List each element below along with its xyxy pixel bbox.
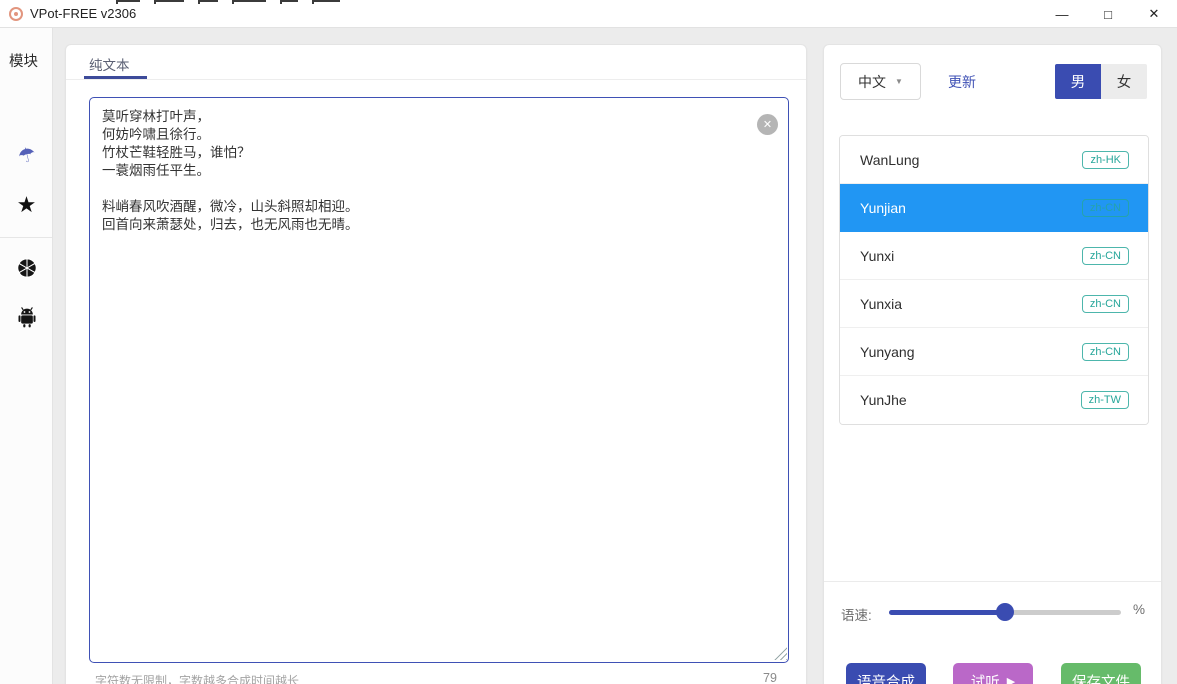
synthesize-label: 语音合成 [857,671,915,684]
speed-slider-handle[interactable] [996,603,1014,621]
preview-label: 试听 [971,671,1000,684]
voice-name: Yunyang [860,344,915,360]
voice-name: Yunxia [860,296,902,312]
locale-badge: zh-CN [1082,199,1129,217]
tab-plain-text[interactable]: 纯文本 [89,54,130,74]
minimize-button[interactable]: — [1039,0,1085,28]
clipped-text-artifact [116,0,340,4]
voice-row-yunjian[interactable]: Yunjian zh-CN [840,184,1148,232]
locale-badge: zh-HK [1082,151,1129,169]
char-limit-hint: 字符数无限制，字数越多合成时间越长 [95,672,299,684]
voice-name: Yunjian [860,200,906,216]
sidebar-item-umbrella[interactable]: ☂ [0,142,53,168]
voice-name: Yunxi [860,248,894,264]
save-file-label: 保存文件 [1072,671,1130,684]
sidebar-item-android[interactable] [0,304,53,330]
star-icon: ★ [17,192,37,218]
preview-button[interactable]: 试听 ▶ [953,663,1033,684]
voice-row-yunxia[interactable]: Yunxia zh-CN [840,280,1148,328]
char-count: 79 [763,671,777,684]
tab-row-divider [66,79,806,80]
editor-card: 纯文本 莫听穿林打叶声， 何妨吟啸且徐行。 竹杖芒鞋轻胜马，谁怕？ 一蓑烟雨任平… [65,44,807,684]
gender-female-button[interactable]: 女 [1101,64,1147,99]
voice-row-yunxi[interactable]: Yunxi zh-CN [840,232,1148,280]
save-file-button[interactable]: 保存文件 [1061,663,1141,684]
synthesize-button[interactable]: 语音合成 [846,663,926,684]
sidebar-item-shutter[interactable] [0,255,53,281]
voice-list: WanLung zh-HK Yunjian zh-CN Yunxi zh-CN … [839,135,1149,425]
voice-name: WanLung [860,152,919,168]
speed-slider-fill [889,610,1005,615]
close-icon: ✕ [763,118,772,131]
panel-divider [824,581,1161,582]
locale-badge: zh-CN [1082,343,1129,361]
android-icon [17,306,37,328]
app-logo-icon [9,7,23,21]
sidebar-title: 模块 [9,50,38,71]
text-input[interactable]: 莫听穿林打叶声， 何妨吟啸且徐行。 竹杖芒鞋轻胜马，谁怕？ 一蓑烟雨任平生。 料… [89,97,789,663]
window-controls: — □ ✕ [1039,0,1177,28]
shutter-icon [16,257,38,279]
voice-row-yunyang[interactable]: Yunyang zh-CN [840,328,1148,376]
gender-male-button[interactable]: 男 [1055,64,1101,99]
app-window: VPot-FREE v2306 — □ ✕ 模块 ☂ ★ [0,0,1177,684]
play-icon: ▶ [1007,675,1015,684]
maximize-button[interactable]: □ [1085,0,1131,28]
clear-text-button[interactable]: ✕ [757,114,778,135]
locale-badge: zh-CN [1082,247,1129,265]
voice-panel: 中文 ▼ 更新 男 女 WanLung zh-HK Yunjian zh-CN … [823,44,1162,684]
locale-badge: zh-TW [1081,391,1129,409]
voice-row-yunjhe[interactable]: YunJhe zh-TW [840,376,1148,424]
speed-slider[interactable] [889,610,1121,615]
voice-row-wanlung[interactable]: WanLung zh-HK [840,136,1148,184]
refresh-link[interactable]: 更新 [948,72,976,92]
language-select[interactable]: 中文 ▼ [840,63,921,100]
sidebar-item-star[interactable]: ★ [0,192,53,218]
speed-unit: % [1133,602,1145,617]
module-sidebar: 模块 ☂ ★ [0,28,53,684]
sidebar-divider [0,237,52,238]
chevron-down-icon: ▼ [895,77,903,86]
umbrella-icon: ☂ [15,141,38,170]
locale-badge: zh-CN [1082,295,1129,313]
titlebar: VPot-FREE v2306 — □ ✕ [0,0,1177,28]
close-button[interactable]: ✕ [1131,0,1177,28]
app-title: VPot-FREE v2306 [30,6,136,21]
language-select-value: 中文 [858,72,886,92]
gender-toggle: 男 女 [1055,64,1147,99]
speed-label: 语速: [841,604,872,624]
voice-name: YunJhe [860,392,907,408]
